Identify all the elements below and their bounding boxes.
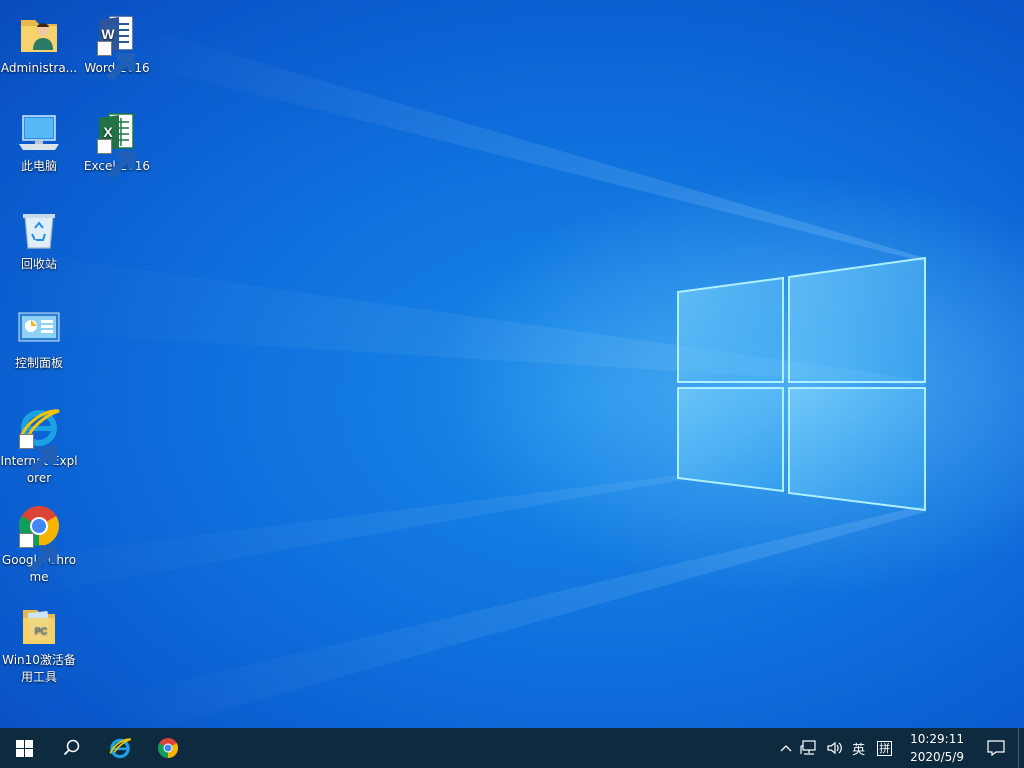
system-tray: 英 拼 10:29:11 2020/5/9 — [776, 728, 1024, 768]
shortcut-arrow-icon — [97, 41, 135, 82]
word-icon: W — [93, 10, 141, 82]
clock[interactable]: 10:29:11 2020/5/9 — [900, 730, 974, 766]
taskbar-google-chrome[interactable] — [144, 728, 192, 768]
search-icon — [63, 739, 80, 756]
search-button[interactable] — [48, 728, 96, 768]
icon-label: Administra... — [0, 61, 78, 75]
desktop-icon-win10-activation-tool[interactable]: PC Win10激活备用工具 — [0, 602, 78, 686]
volume-button[interactable] — [822, 728, 848, 768]
desktop-icon-administrator[interactable]: Administra... — [0, 10, 78, 77]
excel-icon: X — [93, 108, 141, 180]
internet-explorer-icon — [109, 738, 132, 759]
folder-icon: PC — [15, 602, 63, 650]
input-mode-label: 拼 — [877, 740, 893, 756]
input-language-indicator[interactable]: 英 — [848, 728, 869, 768]
shortcut-arrow-icon — [97, 139, 135, 180]
icon-label: Win10激活备用工具 — [2, 653, 76, 684]
icon-label: 回收站 — [20, 257, 57, 271]
notification-icon — [987, 740, 1005, 756]
shortcut-arrow-icon — [19, 533, 57, 574]
desktop-icon-this-pc[interactable]: 此电脑 — [0, 108, 78, 175]
svg-text:PC: PC — [35, 626, 48, 636]
taskbar-internet-explorer[interactable] — [96, 728, 144, 768]
svg-text:W: W — [101, 26, 115, 42]
taskbar: 英 拼 10:29:11 2020/5/9 — [0, 728, 1024, 768]
icon-label: 此电脑 — [20, 159, 57, 173]
computer-icon — [15, 108, 63, 156]
clock-date: 2020/5/9 — [910, 750, 964, 764]
desktop-icon-google-chrome[interactable]: Google Chrome — [0, 502, 78, 586]
control-panel-icon — [15, 305, 63, 353]
chrome-icon — [158, 738, 178, 758]
action-center-button[interactable] — [974, 728, 1018, 768]
desktop-icon-control-panel[interactable]: 控制面板 — [0, 305, 78, 372]
chrome-icon — [15, 502, 63, 574]
network-icon — [800, 740, 816, 755]
icon-label: 控制面板 — [14, 356, 63, 370]
speaker-icon — [827, 741, 842, 755]
internet-explorer-icon — [15, 403, 63, 475]
network-button[interactable] — [796, 728, 822, 768]
desktop-icon-recycle-bin[interactable]: 回收站 — [0, 206, 78, 273]
desktop-icon-excel-2016[interactable]: X Excel 2016 — [78, 108, 156, 180]
show-hidden-icons-button[interactable] — [776, 728, 796, 768]
desktop-icon-internet-explorer[interactable]: Internet Explorer — [0, 403, 78, 487]
recycle-bin-icon — [15, 206, 63, 254]
windows-logo-icon — [15, 739, 33, 757]
chevron-up-icon — [780, 745, 792, 752]
input-mode-indicator[interactable]: 拼 — [869, 728, 900, 768]
desktop[interactable]: Administra... W Word 2016 此电脑 X Excel 20… — [0, 0, 1024, 728]
clock-time: 10:29:11 — [910, 732, 964, 746]
start-button[interactable] — [0, 728, 48, 768]
show-desktop-button[interactable] — [1018, 728, 1024, 768]
shortcut-arrow-icon — [19, 434, 57, 475]
user-folder-icon — [15, 10, 63, 58]
desktop-icon-word-2016[interactable]: W Word 2016 — [78, 10, 156, 82]
svg-text:X: X — [103, 124, 113, 140]
